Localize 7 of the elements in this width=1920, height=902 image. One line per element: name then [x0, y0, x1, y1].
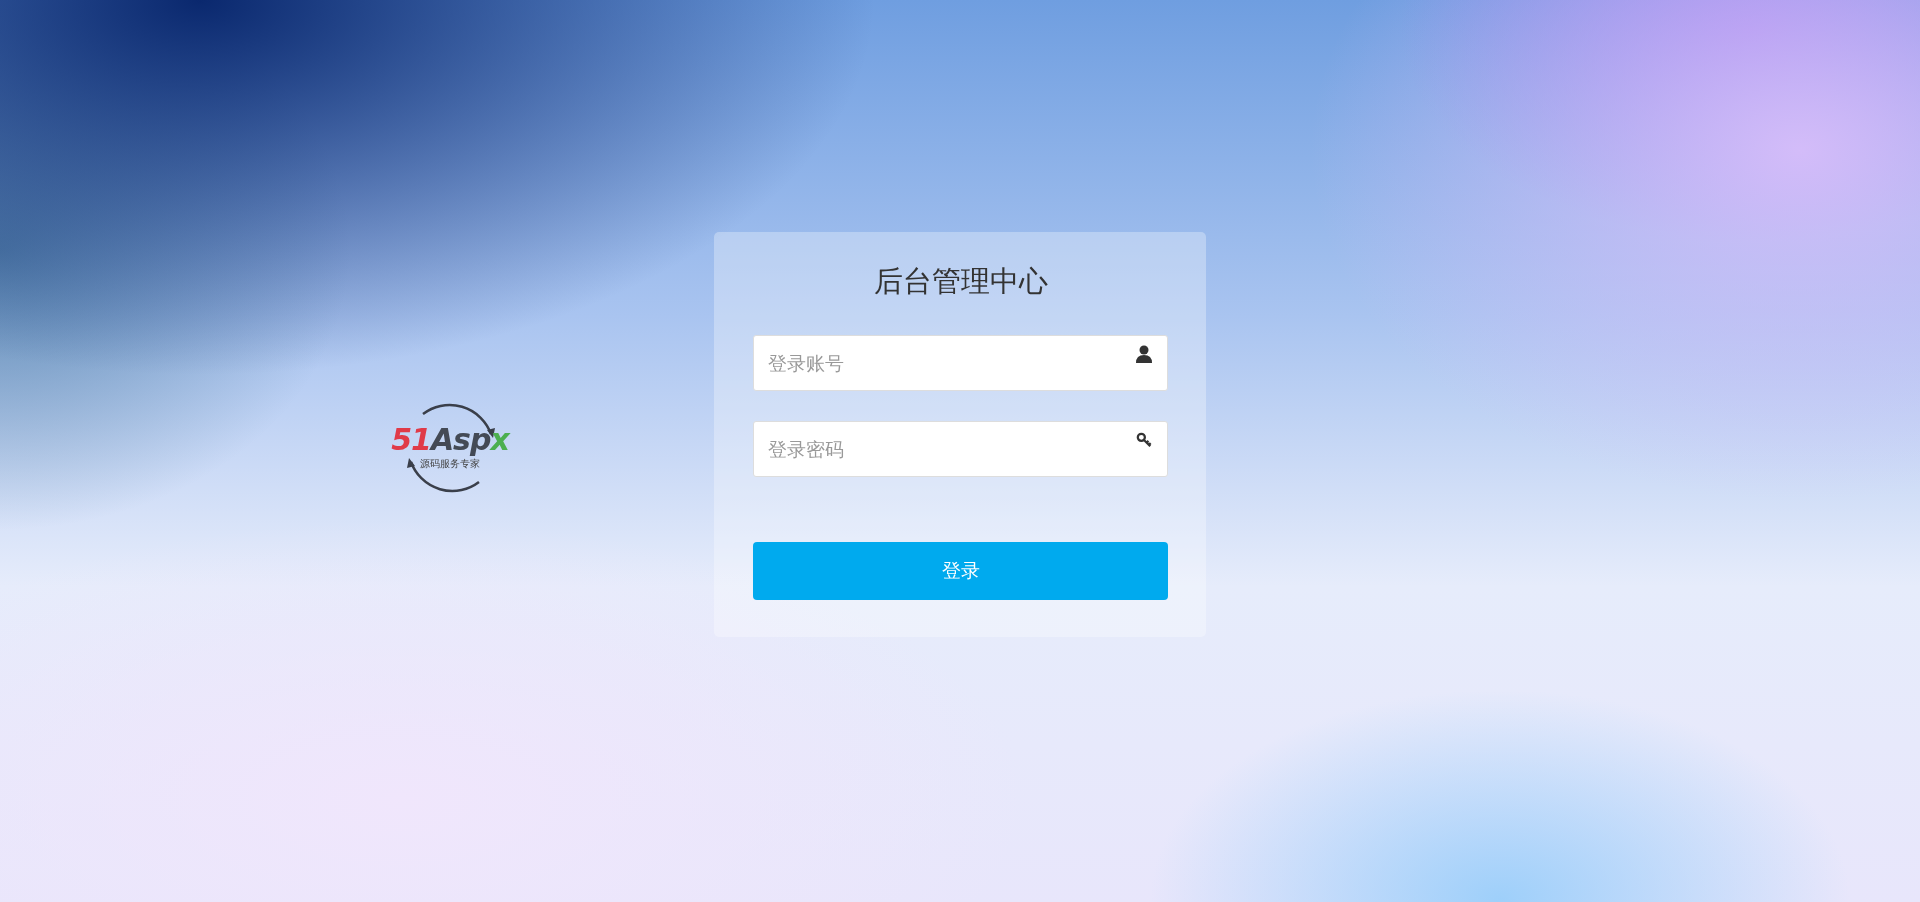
- login-title: 后台管理中心: [873, 264, 1048, 299]
- password-field[interactable]: 登录密码: [753, 420, 1168, 477]
- login-button[interactable]: 登录: [753, 541, 1168, 600]
- key-icon: [1136, 430, 1152, 449]
- logo: 51Aspx 源码服务专家: [385, 400, 515, 496]
- user-icon: [1136, 344, 1152, 363]
- account-field[interactable]: 登录账号: [753, 334, 1168, 391]
